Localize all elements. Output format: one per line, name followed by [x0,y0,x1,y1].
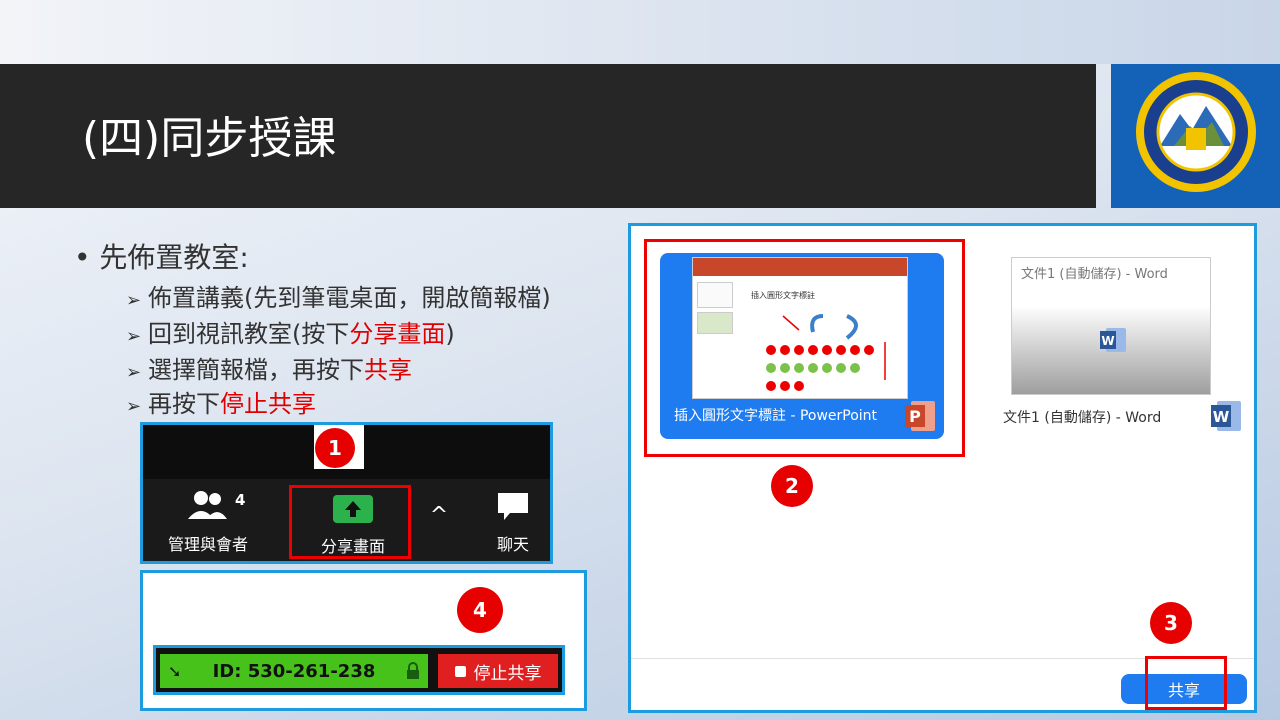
ppt-ribbon [693,258,907,276]
step-4: ➢ 再按下停止共享 [126,390,316,418]
ppt-slide-content [766,314,886,391]
participants-icon [188,491,227,519]
participants-button[interactable]: 4 管理與會者 [161,489,255,555]
bullet-main: • 先佈置教室: [74,241,249,274]
zoom-toolbar: 1 4 管理與會者 分享畫面 ^ 聊天 [140,422,553,564]
powerpoint-icon: P [905,401,935,431]
share-button-highlight-box [1145,656,1227,710]
powerpoint-window-label: 插入圓形文字標註 - PowerPoint [674,408,878,424]
meeting-id-bar[interactable]: ➘ ID: 530-261-238 [160,654,428,688]
participants-count: 4 [235,491,246,509]
stop-share-label: 停止共享 [473,663,542,684]
share-options-caret-icon[interactable]: ^ [425,503,453,528]
share-up-arrow-icon [333,495,373,523]
chat-button[interactable]: 聊天 [483,491,543,555]
ppt-slide-thumb-2 [697,312,733,334]
share-screen-label: 分享畫面 [320,537,385,556]
callout-3: 3 [1150,602,1192,644]
word-icon: W [1211,401,1241,431]
svg-text:W: W [1213,408,1230,426]
slide-title: (四)同步授課 [82,113,337,164]
callout-2: 2 [771,465,813,507]
step-2: ➢ 回到視訊教室(按下分享畫面) [126,320,455,348]
step-1: ➢ 佈置講義(先到筆電桌面，開啟簡報檔) [126,284,551,312]
lock-icon [407,662,419,679]
meeting-id: ID: 530-261-238 [212,660,376,682]
share-screen-button[interactable]: 分享畫面 [303,495,403,557]
powerpoint-thumbnail: 插入圓形文字標註 [692,257,908,399]
svg-text:W: W [1101,334,1114,348]
word-thumb-icon: W [1100,328,1126,352]
stop-square-icon [454,665,466,677]
word-window-label: 文件1 (自動儲存) - Word [1003,410,1162,426]
svg-text:P: P [909,407,921,426]
ppt-slide-thumb [697,282,733,308]
participants-label: 管理與會者 [167,535,248,554]
university-seal-icon [1136,72,1256,192]
callout-1: 1 [315,428,355,468]
expand-arrow-icon: ➘ [168,661,182,681]
top-band [0,0,1280,64]
chat-icon [498,493,528,520]
callout-4: 4 [457,587,503,633]
word-window-title: 文件1 (自動儲存) - Word [1021,267,1168,282]
word-window-card[interactable]: W 文件1 (自動儲存) - Word 文件1 (自動儲存) - Word W [967,253,1251,439]
chat-label: 聊天 [496,535,529,554]
stop-share-button[interactable]: 停止共享 [438,654,558,688]
share-status-bar: ➘ ID: 530-261-238 停止共享 [153,645,565,695]
stop-share-panel: 4 ➘ ID: 530-261-238 停止共享 [140,570,587,711]
share-screen-dialog: 插入圓形文字標註 插入圓形文字標註 - PowerPoint P W 文件1 (… [628,223,1257,713]
powerpoint-window-card[interactable]: 插入圓形文字標註 插入圓形文字標註 - PowerPoint P [660,253,944,439]
step-3: ➢ 選擇簡報檔，再按下共享 [126,356,412,384]
